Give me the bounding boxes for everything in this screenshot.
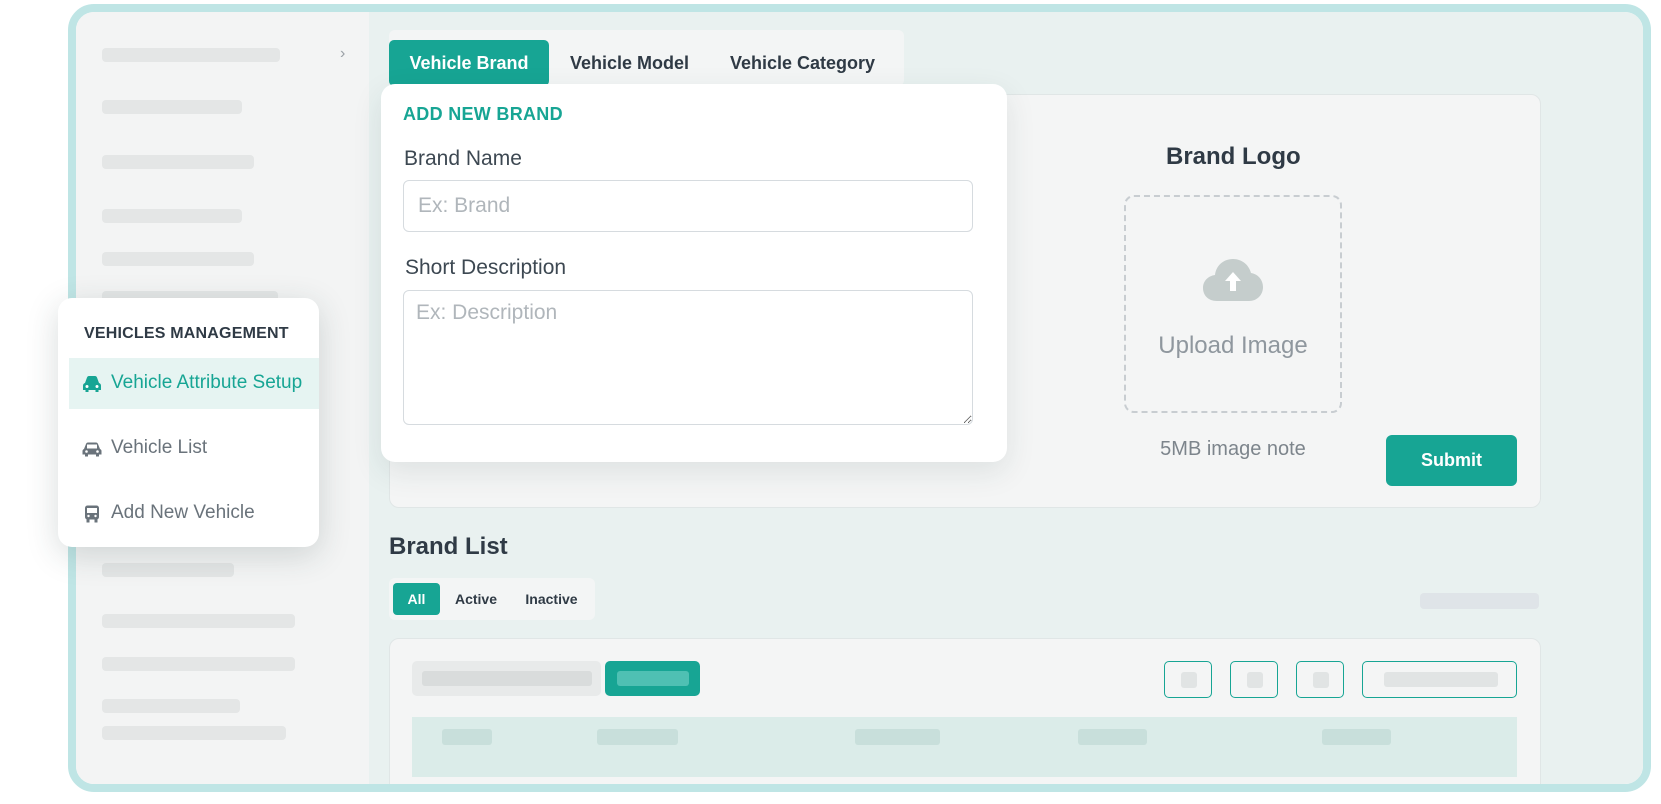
filter-active[interactable]: Active — [448, 583, 504, 615]
image-upload-dropzone[interactable]: Upload Image — [1124, 195, 1342, 413]
sidebar-placeholder — [102, 100, 242, 114]
sidebar-placeholder — [102, 657, 295, 671]
car-front-icon — [83, 376, 101, 392]
column-header — [597, 729, 678, 745]
placeholder-bar — [1420, 593, 1539, 609]
filter-all[interactable]: All — [393, 583, 440, 615]
short-description-textarea[interactable] — [403, 290, 973, 425]
menu-item-add-new-vehicle[interactable]: Add New Vehicle — [69, 488, 319, 539]
tab-vehicle-model[interactable]: Vehicle Model — [549, 40, 710, 86]
column-header — [1322, 729, 1391, 745]
toolbar-button[interactable] — [1230, 661, 1278, 698]
form-title: ADD NEW BRAND — [403, 104, 563, 124]
cloud-upload-icon — [1203, 259, 1263, 301]
tab-bar: Vehicle Brand Vehicle Model Vehicle Cate… — [389, 30, 904, 86]
sidebar-placeholder — [102, 699, 240, 713]
bus-icon — [85, 505, 99, 523]
tab-vehicle-category[interactable]: Vehicle Category — [710, 40, 895, 86]
brand-table-card — [389, 638, 1541, 784]
sidebar-placeholder — [102, 48, 280, 62]
status-filter-group: All Active Inactive — [389, 578, 595, 620]
sidebar-placeholder — [102, 614, 295, 628]
car-icon — [82, 442, 102, 457]
menu-item-vehicle-attribute-setup[interactable]: Vehicle Attribute Setup — [69, 358, 319, 409]
filter-inactive[interactable]: Inactive — [514, 583, 589, 615]
brand-name-input[interactable] — [403, 180, 973, 232]
upload-image-label: Upload Image — [1158, 332, 1308, 359]
tab-vehicle-brand[interactable]: Vehicle Brand — [389, 40, 549, 86]
toolbar-button[interactable] — [1296, 661, 1344, 698]
submit-button[interactable]: Submit — [1386, 435, 1517, 486]
column-header — [442, 729, 492, 745]
table-header — [412, 717, 1517, 777]
sidebar-placeholder — [102, 252, 254, 266]
toolbar-button[interactable] — [1164, 661, 1212, 698]
sidebar-placeholder — [102, 209, 242, 223]
vehicles-management-menu: VEHICLES MANAGEMENT Vehicle Attribute Se… — [58, 298, 319, 547]
brand-name-label: Brand Name — [404, 147, 522, 170]
column-header — [855, 729, 940, 745]
add-brand-form-card: ADD NEW BRAND Brand Name Short Descripti… — [381, 84, 1007, 462]
toolbar-wide-button[interactable] — [1362, 661, 1517, 698]
search-input[interactable] — [412, 661, 601, 696]
search-button[interactable] — [605, 661, 700, 696]
menu-heading: VEHICLES MANAGEMENT — [84, 325, 289, 342]
menu-item-label: Vehicle List — [111, 437, 208, 458]
short-description-label: Short Description — [405, 256, 567, 279]
chevron-right-icon[interactable]: › — [340, 45, 345, 63]
sidebar-placeholder — [102, 563, 234, 577]
brand-list-title: Brand List — [389, 533, 508, 560]
sidebar-placeholder — [102, 155, 254, 169]
image-size-note: 5MB image note — [1160, 438, 1306, 460]
column-header — [1078, 729, 1147, 745]
menu-item-label: Vehicle Attribute Setup — [111, 372, 303, 393]
sidebar-placeholder — [102, 726, 286, 740]
brand-logo-title: Brand Logo — [1166, 143, 1301, 170]
menu-item-vehicle-list[interactable]: Vehicle List — [69, 423, 319, 474]
menu-item-label: Add New Vehicle — [111, 502, 255, 523]
